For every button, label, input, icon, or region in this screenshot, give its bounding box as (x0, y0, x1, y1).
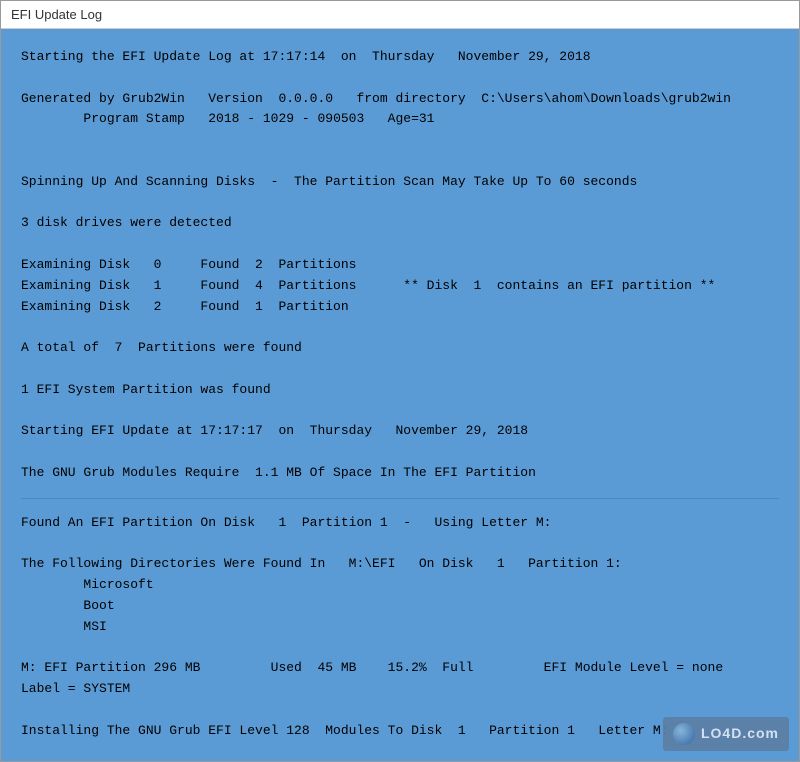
main-window: EFI Update Log Starting the EFI Update L… (0, 0, 800, 762)
divider (21, 498, 779, 499)
log-content-area: Starting the EFI Update Log at 17:17:14 … (1, 29, 799, 761)
watermark: LO4D.com (663, 717, 789, 751)
window-title: EFI Update Log (11, 7, 102, 22)
watermark-text: LO4D.com (701, 723, 779, 745)
title-bar: EFI Update Log (1, 1, 799, 29)
log-section-1: Starting the EFI Update Log at 17:17:14 … (21, 47, 779, 484)
globe-icon (673, 723, 695, 745)
